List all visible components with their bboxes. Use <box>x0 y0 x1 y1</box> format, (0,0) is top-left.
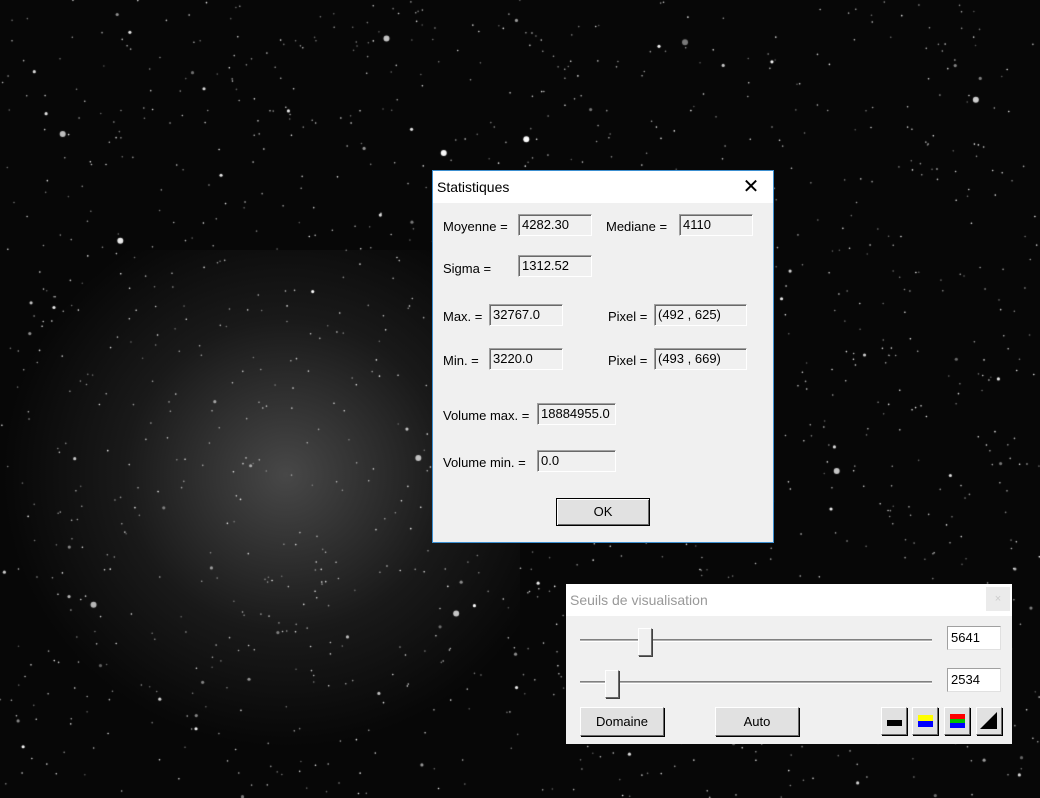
volume-max-field: 18884955.0 <box>537 403 616 425</box>
max-pixel-label: Pixel = <box>608 309 648 324</box>
close-icon[interactable]: ✕ <box>729 171 773 203</box>
max-pixel-field: (492 , 625) <box>654 304 747 326</box>
high-threshold-slider-thumb[interactable] <box>638 628 653 656</box>
high-threshold-slider-track[interactable] <box>580 639 932 642</box>
ok-button[interactable]: OK <box>556 498 650 526</box>
min-field: 3220.0 <box>489 348 563 370</box>
domaine-button[interactable]: Domaine <box>580 707 664 736</box>
high-threshold-input[interactable]: 5641 <box>947 626 1001 650</box>
low-threshold-slider-track[interactable] <box>580 681 932 684</box>
sigma-label: Sigma = <box>443 261 492 276</box>
volume-min-field: 0.0 <box>537 450 616 472</box>
auto-button[interactable]: Auto <box>715 707 799 736</box>
low-threshold-slider-thumb[interactable] <box>604 670 619 698</box>
gradient-ramp-button[interactable] <box>976 707 1002 735</box>
dialog-title: Statistiques <box>437 179 510 195</box>
title-bar: Seuils de visualisation × <box>566 584 1012 616</box>
mediane-label: Mediane = <box>606 219 668 234</box>
max-label: Max. = <box>443 309 483 324</box>
low-threshold-input[interactable]: 2534 <box>947 668 1001 692</box>
gray-palette-icon <box>887 720 902 726</box>
sigma-field: 1312.52 <box>518 255 592 277</box>
moyenne-label: Moyenne = <box>443 219 508 234</box>
rgb-palette-button[interactable] <box>944 707 970 735</box>
display-thresholds-panel: Seuils de visualisation × 5641 2534 Doma… <box>566 584 1012 744</box>
close-icon[interactable]: × <box>986 587 1010 611</box>
max-field: 32767.0 <box>489 304 563 326</box>
min-pixel-label: Pixel = <box>608 353 648 368</box>
statistics-dialog: Statistiques ✕ Moyenne = 4282.30 Mediane… <box>432 170 774 543</box>
title-bar: Statistiques ✕ <box>433 171 773 203</box>
min-pixel-field: (493 , 669) <box>654 348 747 370</box>
min-label: Min. = <box>443 353 479 368</box>
mediane-field: 4110 <box>679 214 753 236</box>
volume-min-label: Volume min. = <box>443 455 526 470</box>
moyenne-field: 4282.30 <box>518 214 592 236</box>
panel-title: Seuils de visualisation <box>570 592 708 608</box>
gradient-ramp-icon <box>980 712 997 729</box>
yellow-blue-palette-button[interactable] <box>912 707 938 735</box>
gray-palette-button[interactable] <box>881 707 907 735</box>
volume-max-label: Volume max. = <box>443 408 530 423</box>
